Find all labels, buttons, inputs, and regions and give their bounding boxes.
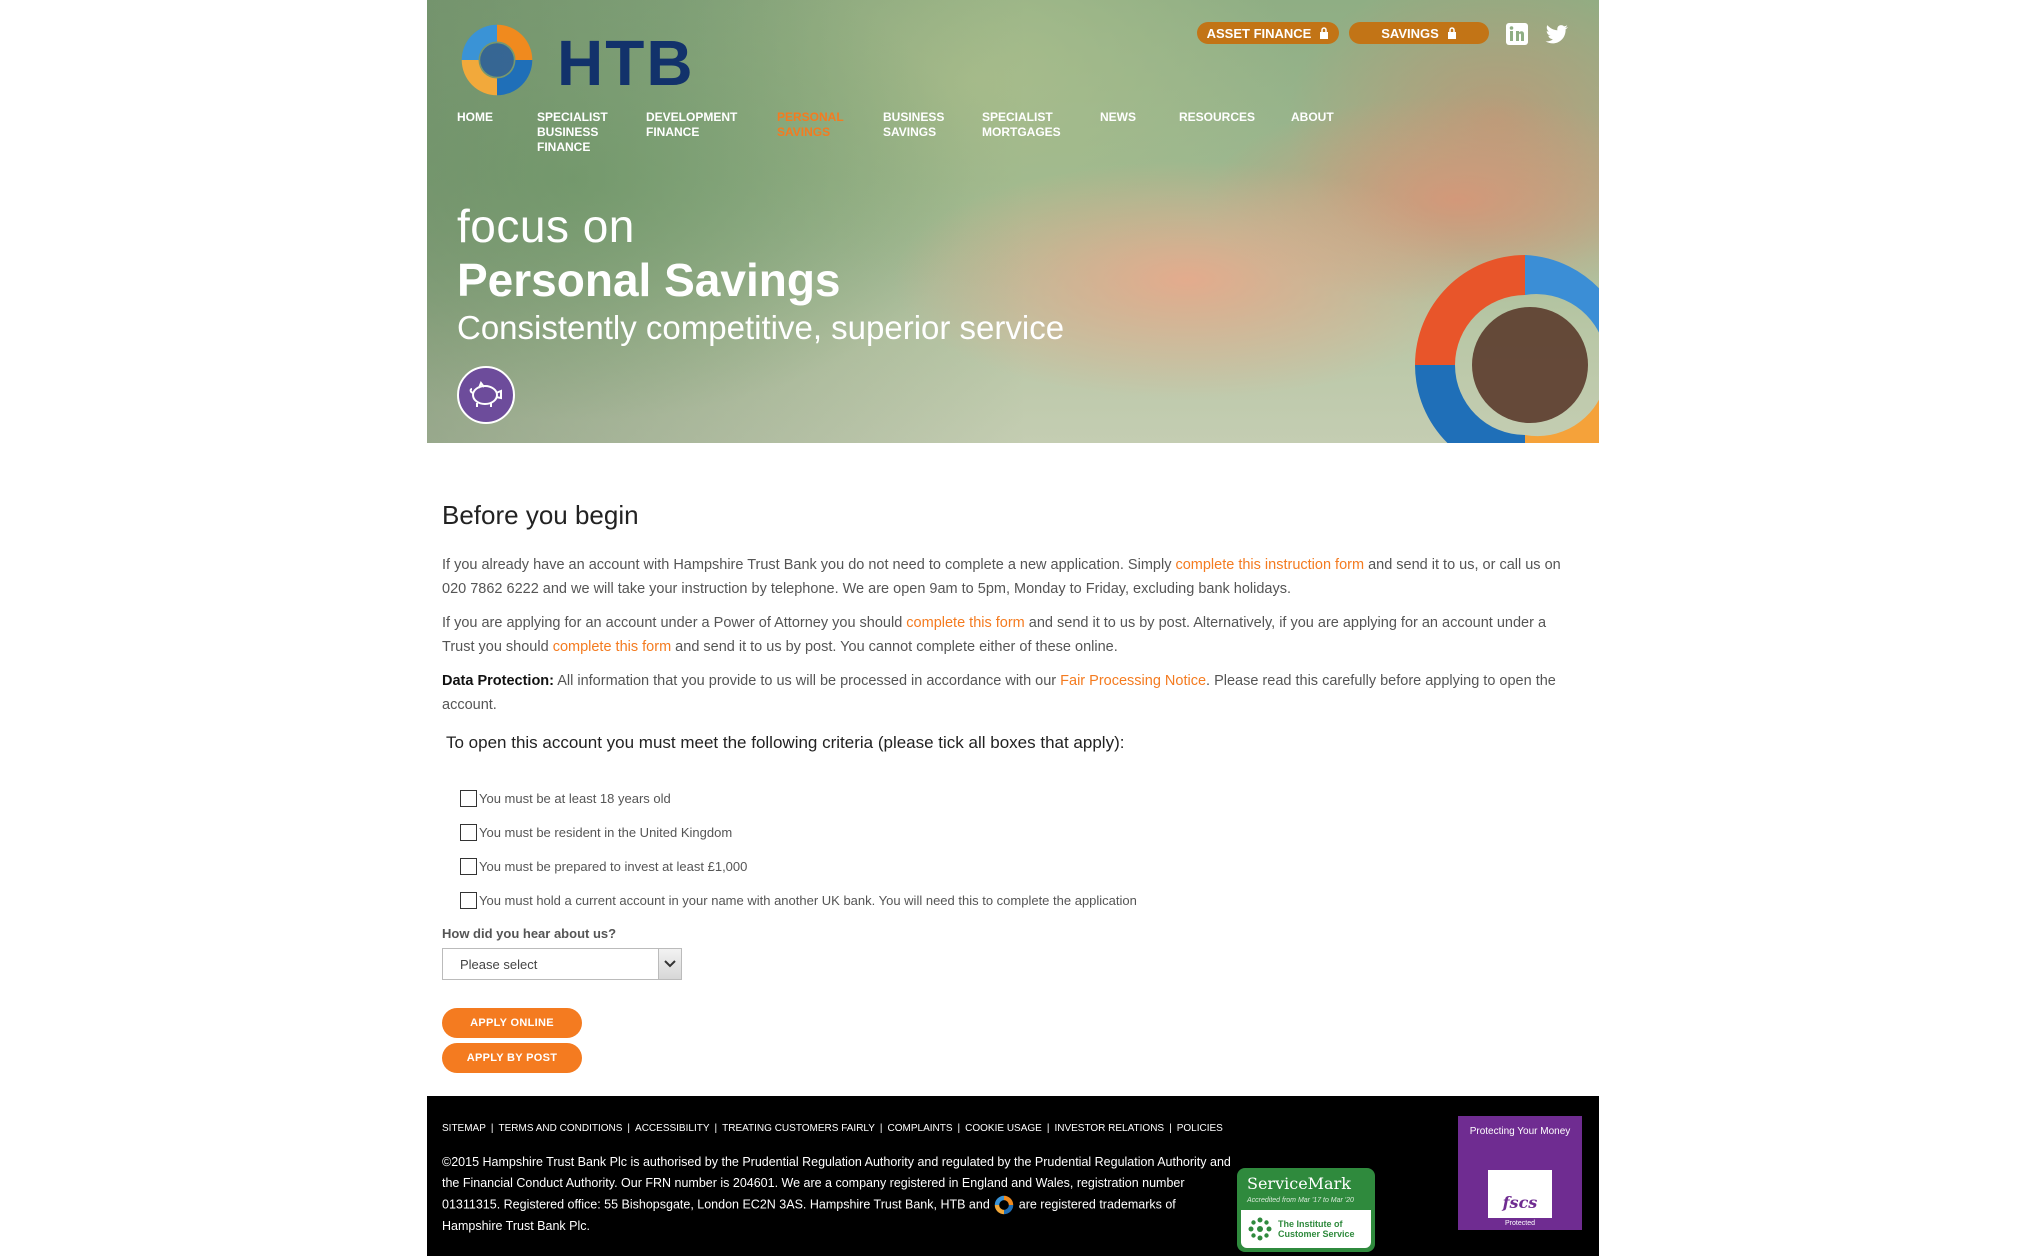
piggy-bank-icon	[457, 366, 515, 424]
twitter-icon[interactable]	[1545, 22, 1569, 46]
footer-separator: |	[879, 1123, 883, 1134]
fscs-badge[interactable]: Protecting Your Money fscs Protected	[1458, 1116, 1582, 1230]
criteria-title: To open this account you must meet the f…	[446, 733, 1125, 752]
criteria-item-minimum-investment: You must be prepared to invest at least …	[460, 858, 747, 875]
servicemark-institute: The Institute of Customer Service	[1241, 1210, 1371, 1248]
criteria-label: You must be at least 18 years old	[479, 791, 671, 806]
fscs-title: Protecting Your Money	[1469, 1126, 1571, 1137]
section-title: Before you begin	[442, 500, 639, 530]
criteria-label: You must be resident in the United Kingd…	[479, 825, 733, 840]
criteria-item-residency: You must be resident in the United Kingd…	[460, 824, 732, 841]
hear-about-us-label: How did you hear about us?	[442, 926, 617, 941]
fscs-protected-label: Protected	[1488, 1218, 1552, 1230]
hero-text: focus on Personal Savings Consistently c…	[457, 200, 1064, 348]
fscs-mark: fscs	[1502, 1193, 1538, 1212]
footer-link-terms[interactable]: TERMS AND CONDITIONS	[499, 1123, 623, 1134]
savings-button[interactable]: SAVINGS	[1349, 22, 1489, 44]
criteria-label: You must be prepared to invest at least …	[479, 859, 748, 874]
footer-link-accessibility[interactable]: ACCESSIBILITY	[635, 1123, 709, 1134]
footer-separator: |	[714, 1123, 718, 1134]
hero-kicker: focus on	[457, 200, 635, 252]
decorative-swirl-icon	[1415, 255, 1599, 443]
instruction-form-link[interactable]: complete this instruction form	[1175, 557, 1364, 573]
linkedin-icon[interactable]	[1505, 22, 1529, 46]
nav-item-resources[interactable]: RESOURCES	[1179, 110, 1269, 125]
footer-separator: |	[1169, 1123, 1172, 1134]
footer-link-policies[interactable]: POLICIES	[1177, 1123, 1223, 1134]
data-protection-label: Data Protection:	[442, 673, 554, 689]
hear-about-us-select[interactable]: Please select	[442, 948, 682, 980]
page: HTB ASSET FINANCE SAVINGS HOME SPECIALIS…	[427, 0, 1599, 1256]
chevron-down-icon[interactable]	[658, 949, 681, 979]
p2-text-before: If you are applying for an account under…	[442, 615, 907, 631]
footer: SITEMAP | TERMS AND CONDITIONS | ACCESSIBI…	[427, 1096, 1599, 1256]
htb-logo-icon[interactable]	[455, 18, 539, 102]
footer-separator: |	[1046, 1123, 1050, 1134]
criteria-item-current-account: You must hold a current account in your …	[460, 892, 1137, 909]
main-content: Before you begin If you already have an …	[442, 493, 1582, 1073]
footer-legal-text: ©2015 Hampshire Trust Bank Plc is author…	[442, 1152, 1232, 1237]
asset-finance-button[interactable]: ASSET FINANCE	[1197, 22, 1339, 44]
power-of-attorney-paragraph: If you are applying for an account under…	[442, 611, 1577, 659]
criteria-item-age: You must be at least 18 years old	[460, 790, 671, 807]
apply-online-button[interactable]: APPLY ONLINE	[442, 1008, 582, 1038]
current-account-checkbox[interactable]	[460, 892, 477, 909]
data-protection-paragraph: Data Protection: All information that yo…	[442, 669, 1577, 717]
lock-icon	[1320, 27, 1329, 39]
institute-star-icon	[1248, 1217, 1272, 1241]
nav-item-development-finance[interactable]: DEVELOPMENT FINANCE	[646, 110, 746, 140]
minimum-investment-checkbox[interactable]	[460, 858, 477, 875]
nav-item-specialist-business-finance[interactable]: SPECIALIST BUSINESS FINANCE	[537, 110, 617, 155]
htb-mini-logo-icon	[995, 1195, 1014, 1215]
fair-processing-notice-link[interactable]: Fair Processing Notice	[1060, 673, 1206, 689]
age-checkbox[interactable]	[460, 790, 477, 807]
hero-title: Personal Savings	[457, 254, 841, 306]
institute-name: The Institute of Customer Service	[1278, 1219, 1355, 1239]
main-nav: HOME SPECIALIST BUSINESS FINANCE DEVELOP…	[427, 110, 1599, 160]
hero-subtitle: Consistently competitive, superior servi…	[457, 309, 1065, 346]
footer-link-complaints[interactable]: COMPLAINTS	[888, 1123, 953, 1134]
p3-text-before: All information that you provide to us w…	[554, 673, 1061, 689]
footer-links: SITEMAP | TERMS AND CONDITIONS | ACCESSIBI…	[442, 1123, 1223, 1134]
power-of-attorney-form-link[interactable]: complete this form	[906, 615, 1024, 631]
nav-item-home[interactable]: HOME	[457, 110, 517, 125]
residency-checkbox[interactable]	[460, 824, 477, 841]
footer-separator: |	[957, 1123, 961, 1134]
footer-link-treating-customers-fairly[interactable]: TREATING CUSTOMERS FAIRLY	[722, 1123, 875, 1134]
p1-text-before: If you already have an account with Hamp…	[442, 557, 1176, 573]
servicemark-accreditation: Accredited from Mar '17 to Mar '20	[1247, 1197, 1354, 1204]
footer-separator: |	[627, 1123, 631, 1134]
nav-item-personal-savings[interactable]: PERSONAL SAVINGS	[777, 110, 857, 140]
footer-link-cookie-usage[interactable]: COOKIE USAGE	[965, 1123, 1042, 1134]
p2-text-after: and send it to us by post. You cannot co…	[671, 639, 1118, 655]
criteria-label: You must hold a current account in your …	[479, 893, 1137, 908]
servicemark-badge[interactable]: ServiceMark Accredited from Mar '17 to M…	[1237, 1168, 1375, 1252]
institute-line-1: The Institute of	[1278, 1219, 1343, 1229]
nav-item-specialist-mortgages[interactable]: SPECIALIST MORTGAGES	[982, 110, 1072, 140]
lock-icon	[1447, 27, 1456, 39]
savings-label: SAVINGS	[1381, 25, 1439, 41]
fscs-logo: fscs Protected	[1488, 1170, 1552, 1230]
footer-link-sitemap[interactable]: SITEMAP	[442, 1123, 486, 1134]
nav-item-business-savings[interactable]: BUSINESS SAVINGS	[883, 110, 958, 140]
footer-separator: |	[490, 1123, 494, 1134]
asset-finance-label: ASSET FINANCE	[1206, 25, 1312, 41]
nav-item-news[interactable]: NEWS	[1100, 110, 1160, 125]
footer-link-investor-relations[interactable]: INVESTOR RELATIONS	[1054, 1123, 1164, 1134]
existing-customer-paragraph: If you already have an account with Hamp…	[442, 553, 1577, 601]
institute-line-2: Customer Service	[1278, 1229, 1355, 1239]
trust-form-link[interactable]: complete this form	[553, 639, 671, 655]
nav-item-about[interactable]: ABOUT	[1291, 110, 1361, 125]
logo-wordmark[interactable]: HTB	[557, 26, 695, 100]
hero-banner: HTB ASSET FINANCE SAVINGS HOME SPECIALIS…	[427, 0, 1599, 443]
servicemark-title: ServiceMark	[1247, 1174, 1351, 1193]
apply-by-post-button[interactable]: APPLY BY POST	[442, 1043, 582, 1073]
hear-about-us-value: Please select	[460, 956, 538, 972]
